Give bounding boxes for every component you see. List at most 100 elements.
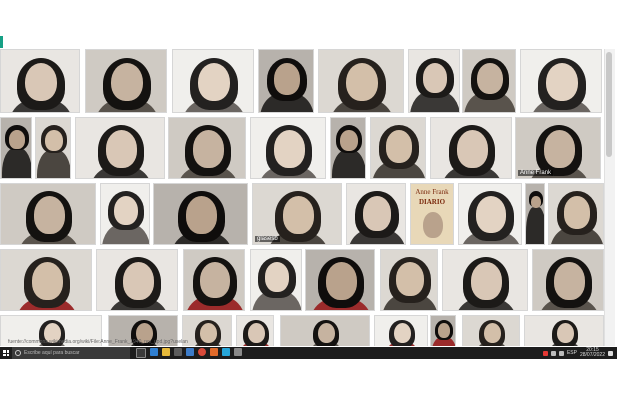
media-icon[interactable]	[234, 348, 242, 356]
image-result[interactable]	[172, 49, 254, 113]
scrollbar-thumb[interactable]	[606, 52, 612, 157]
store-icon[interactable]	[174, 348, 182, 356]
alert-icon[interactable]	[542, 350, 548, 356]
image-result[interactable]	[458, 183, 522, 245]
search-input[interactable]: Escribe aquí para buscar	[12, 347, 130, 359]
portrait-face	[273, 62, 301, 96]
image-result[interactable]	[548, 183, 604, 245]
image-result[interactable]	[462, 49, 516, 113]
portrait-body	[331, 150, 365, 178]
image-result[interactable]	[183, 249, 245, 311]
portrait-face	[192, 130, 224, 168]
portrait-face	[247, 322, 265, 344]
image-result[interactable]	[250, 117, 326, 179]
notifications-icon[interactable]	[608, 350, 613, 356]
image-result[interactable]: Anne Frank	[515, 117, 601, 179]
office-icon[interactable]	[210, 348, 218, 356]
portrait-face	[45, 130, 63, 152]
image-result[interactable]	[75, 117, 165, 179]
image-result[interactable]	[96, 249, 178, 311]
system-tray: ESP 20:15 28/07/2022	[542, 348, 617, 358]
portrait-face	[31, 262, 63, 300]
portrait-face	[385, 130, 413, 163]
network-icon[interactable]	[550, 350, 556, 356]
image-result[interactable]	[430, 117, 512, 179]
clock-date: 28/07/2022	[579, 352, 605, 358]
task-view-icon[interactable]	[136, 348, 146, 358]
language-indicator[interactable]: ESP	[567, 350, 577, 356]
image-result[interactable]	[346, 183, 406, 245]
image-result[interactable]	[0, 49, 80, 113]
portrait-face	[264, 262, 290, 293]
search-icon	[15, 350, 21, 356]
portrait-face	[553, 262, 585, 300]
image-result[interactable]	[524, 315, 604, 346]
portrait-body	[36, 150, 70, 178]
image-result[interactable]	[35, 117, 71, 179]
portrait-face	[317, 322, 335, 344]
image-result[interactable]	[153, 183, 248, 245]
portrait-face	[556, 322, 574, 344]
image-result[interactable]: glasesb	[252, 183, 342, 245]
windows-start-icon[interactable]	[0, 347, 12, 359]
image-result[interactable]	[258, 49, 314, 113]
image-result[interactable]	[330, 117, 366, 179]
portrait-face	[396, 262, 424, 296]
portrait-face	[186, 196, 217, 234]
image-result[interactable]	[0, 183, 96, 245]
portrait-body	[526, 207, 544, 244]
portrait-face	[346, 62, 378, 102]
image-result[interactable]	[520, 49, 602, 113]
image-result[interactable]	[168, 117, 246, 179]
portrait-face	[273, 130, 305, 168]
taskbar: Escribe aquí para buscar ESP 20:15 28/07…	[0, 347, 617, 359]
image-result[interactable]	[318, 49, 404, 113]
portrait-face	[111, 62, 143, 102]
file-explorer-icon[interactable]	[162, 348, 170, 356]
portrait-face	[470, 262, 502, 300]
portrait-face	[33, 196, 65, 234]
image-result[interactable]	[0, 249, 92, 311]
image-result[interactable]	[380, 249, 438, 311]
portrait-face	[105, 130, 137, 168]
edge-icon[interactable]	[150, 348, 158, 356]
portrait-face	[325, 262, 357, 300]
portrait-face	[114, 196, 138, 226]
image-result[interactable]	[182, 315, 232, 346]
chrome-icon[interactable]	[198, 348, 206, 356]
image-result[interactable]	[374, 315, 428, 346]
portrait-face	[456, 130, 488, 168]
image-result[interactable]	[462, 315, 520, 346]
image-caption: Anne Frank	[518, 170, 554, 176]
image-result[interactable]	[250, 249, 302, 311]
accent-bar	[0, 36, 3, 48]
portrait-face	[200, 262, 230, 299]
image-result[interactable]	[236, 315, 274, 346]
image-result[interactable]	[430, 315, 456, 346]
portrait-face	[563, 196, 591, 229]
image-result[interactable]	[532, 249, 604, 311]
image-result[interactable]	[85, 49, 167, 113]
volume-icon[interactable]	[558, 350, 564, 356]
portrait-face	[393, 322, 411, 344]
image-result[interactable]: Anne Frank DIARIO	[410, 183, 454, 245]
image-result[interactable]	[0, 117, 32, 179]
image-result[interactable]	[280, 315, 370, 346]
image-result[interactable]	[100, 183, 150, 245]
image-result[interactable]	[525, 183, 545, 245]
image-result[interactable]	[370, 117, 426, 179]
portrait-body	[1, 147, 31, 178]
clock[interactable]: 20:15 28/07/2022	[580, 348, 605, 358]
image-result[interactable]	[305, 249, 375, 311]
portrait-face	[282, 196, 314, 234]
image-result[interactable]	[442, 249, 528, 311]
image-result[interactable]	[408, 49, 460, 113]
portrait-face	[9, 130, 25, 149]
portrait-face	[546, 62, 578, 102]
portrait-face	[25, 62, 57, 102]
portrait-face	[122, 262, 154, 300]
portrait-face	[475, 196, 507, 234]
mail-icon[interactable]	[186, 348, 194, 356]
photos-icon[interactable]	[222, 348, 230, 356]
portrait-face	[340, 130, 358, 152]
